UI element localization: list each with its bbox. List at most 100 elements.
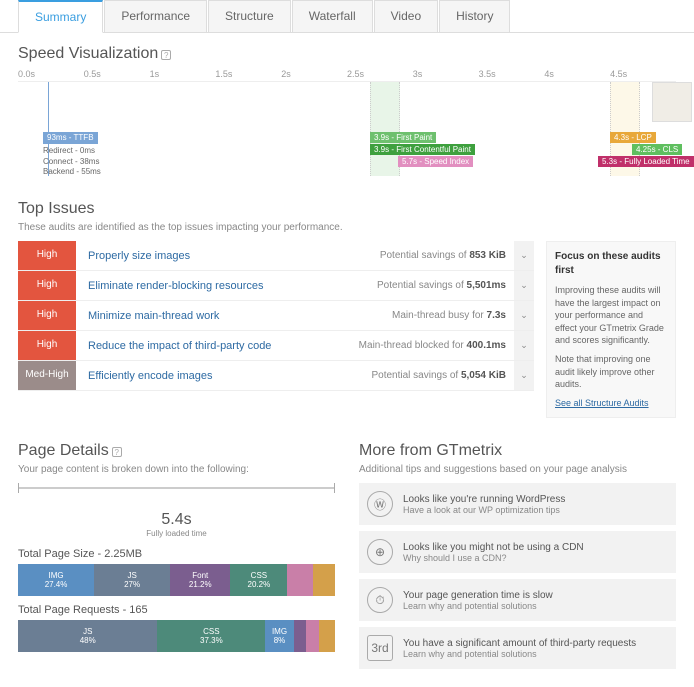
tip-item[interactable]: 3rd You have a significant amount of thir… xyxy=(359,627,676,669)
axis-tick: 3s xyxy=(413,69,479,79)
bar-segment xyxy=(313,564,335,596)
issues-sub: These audits are identified as the top i… xyxy=(18,222,676,233)
tip-text: Your page generation time is slowLearn w… xyxy=(403,590,553,611)
tip-item[interactable]: ⊕ Looks like you might not be using a CDN… xyxy=(359,531,676,573)
issues-title: Top Issues xyxy=(18,200,676,218)
axis-tick: 2s xyxy=(281,69,347,79)
issue-value: Main-thread busy for 7.3s xyxy=(392,310,514,321)
tab-performance[interactable]: Performance xyxy=(104,0,207,32)
tip-icon: ⊕ xyxy=(367,539,393,565)
issue-name: Minimize main-thread work xyxy=(76,310,392,322)
green-band xyxy=(370,82,400,176)
issue-row[interactable]: HighMinimize main-thread workMain-thread… xyxy=(18,301,534,331)
issue-row[interactable]: HighEliminate render-blocking resourcesP… xyxy=(18,271,534,301)
tip-icon: Ⓦ xyxy=(367,491,393,517)
axis-tick: 0.5s xyxy=(84,69,150,79)
load-slider xyxy=(18,483,335,507)
issues-list: HighProperly size imagesPotential saving… xyxy=(18,241,534,418)
issue-row[interactable]: HighProperly size imagesPotential saving… xyxy=(18,241,534,271)
timing-marker: 4.25s - CLS xyxy=(632,144,682,155)
axis-tick: 1.5s xyxy=(215,69,281,79)
page-details-title: Page Details xyxy=(18,442,109,459)
bar-segment: CSS20.2% xyxy=(230,564,287,596)
tabs: SummaryPerformanceStructureWaterfallVide… xyxy=(0,0,694,33)
issue-row[interactable]: HighReduce the impact of third-party cod… xyxy=(18,331,534,361)
tip-icon: 3rd xyxy=(367,635,393,661)
severity-badge: Med-High xyxy=(18,361,76,390)
page-details: Page Details? Your page content is broke… xyxy=(18,442,335,675)
bar-segment: JS27% xyxy=(94,564,170,596)
size-title: Total Page Size - 2.25MB xyxy=(18,548,335,560)
bar-segment xyxy=(319,620,335,652)
see-all-link[interactable]: See all Structure Audits xyxy=(555,398,649,408)
axis-tick: 1s xyxy=(150,69,216,79)
tip-item[interactable]: Ⓦ Looks like you're running WordPressHave… xyxy=(359,483,676,525)
frame-thumb xyxy=(652,82,692,122)
chevron-down-icon[interactable]: ⌄ xyxy=(514,241,534,270)
tip-text: Looks like you're running WordPressHave … xyxy=(403,494,565,515)
tab-summary[interactable]: Summary xyxy=(18,0,103,33)
issue-name: Reduce the impact of third-party code xyxy=(76,340,359,352)
side-text: Note that improving one audit likely imp… xyxy=(555,353,667,391)
timing-marker: 4.3s - LCP xyxy=(610,132,656,143)
tips-list: Ⓦ Looks like you're running WordPressHave… xyxy=(359,483,676,669)
tip-text: You have a significant amount of third-p… xyxy=(403,638,636,659)
viz-canvas: 93ms - TTFB Redirect - 0ms Connect - 38m… xyxy=(18,81,676,176)
bar-segment: JS48% xyxy=(18,620,157,652)
axis-tick: 3.5s xyxy=(479,69,545,79)
more-gtmetrix: More from GTmetrix Additional tips and s… xyxy=(359,442,676,675)
issue-value: Potential savings of 5,501ms xyxy=(377,280,514,291)
ttfb-box: 93ms - TTFB Redirect - 0ms Connect - 38m… xyxy=(43,132,101,178)
page-details-sub: Your page content is broken down into th… xyxy=(18,464,335,475)
chevron-down-icon[interactable]: ⌄ xyxy=(514,301,534,330)
bar-segment xyxy=(287,564,312,596)
help-icon[interactable]: ? xyxy=(161,50,171,60)
bar-segment: Font21.2% xyxy=(170,564,230,596)
axis-tick: 4s xyxy=(544,69,610,79)
bar-segment: IMG8% xyxy=(265,620,294,652)
issue-name: Eliminate render-blocking resources xyxy=(76,280,377,292)
severity-badge: High xyxy=(18,331,76,360)
tab-structure[interactable]: Structure xyxy=(208,0,291,32)
more-title: More from GTmetrix xyxy=(359,442,676,460)
chevron-down-icon[interactable]: ⌄ xyxy=(514,271,534,300)
chevron-down-icon[interactable]: ⌄ xyxy=(514,331,534,360)
issues-sidebar: Focus on these audits first Improving th… xyxy=(546,241,676,418)
bar-segment xyxy=(294,620,307,652)
tab-history[interactable]: History xyxy=(439,0,510,32)
issue-value: Potential savings of 5,054 KiB xyxy=(371,370,514,381)
tab-waterfall[interactable]: Waterfall xyxy=(292,0,373,32)
side-text: Improving these audits will have the lar… xyxy=(555,284,667,347)
req-title: Total Page Requests - 165 xyxy=(18,604,335,616)
axis-tick: 0.0s xyxy=(18,69,84,79)
timing-marker: 3.9s - First Contentful Paint xyxy=(370,144,475,155)
issue-name: Properly size images xyxy=(76,250,380,262)
severity-badge: High xyxy=(18,241,76,270)
tab-video[interactable]: Video xyxy=(374,0,438,32)
timing-marker: 3.9s - First Paint xyxy=(370,132,436,143)
time-axis: 0.0s0.5s1s1.5s2s2.5s3s3.5s4s4.5s xyxy=(18,69,676,79)
severity-badge: High xyxy=(18,271,76,300)
timing-marker: 5.3s - Fully Loaded Time xyxy=(598,156,694,167)
loaded-sub: Fully loaded time xyxy=(18,529,335,538)
tip-text: Looks like you might not be using a CDNW… xyxy=(403,542,584,563)
issue-name: Efficiently encode images xyxy=(76,370,371,382)
axis-tick: 2.5s xyxy=(347,69,413,79)
timing-marker: 5.7s - Speed Index xyxy=(398,156,473,167)
axis-tick: 4.5s xyxy=(610,69,676,79)
chevron-down-icon[interactable]: ⌄ xyxy=(514,361,534,390)
side-title: Focus on these audits first xyxy=(555,250,667,278)
bar-segment: CSS37.3% xyxy=(157,620,265,652)
bar-segment: IMG27.4% xyxy=(18,564,94,596)
help-icon[interactable]: ? xyxy=(112,447,122,457)
speed-title: Speed Visualization? xyxy=(18,45,676,63)
issue-row[interactable]: Med-HighEfficiently encode imagesPotenti… xyxy=(18,361,534,391)
more-sub: Additional tips and suggestions based on… xyxy=(359,464,676,475)
tip-item[interactable]: ⏱ Your page generation time is slowLearn … xyxy=(359,579,676,621)
issue-value: Main-thread blocked for 400.1ms xyxy=(359,340,514,351)
size-bar: IMG27.4%JS27%Font21.2%CSS20.2% xyxy=(18,564,335,596)
bar-segment xyxy=(306,620,319,652)
req-bar: JS48%CSS37.3%IMG8% xyxy=(18,620,335,652)
top-issues-section: Top Issues These audits are identified a… xyxy=(0,188,694,430)
tip-icon: ⏱ xyxy=(367,587,393,613)
